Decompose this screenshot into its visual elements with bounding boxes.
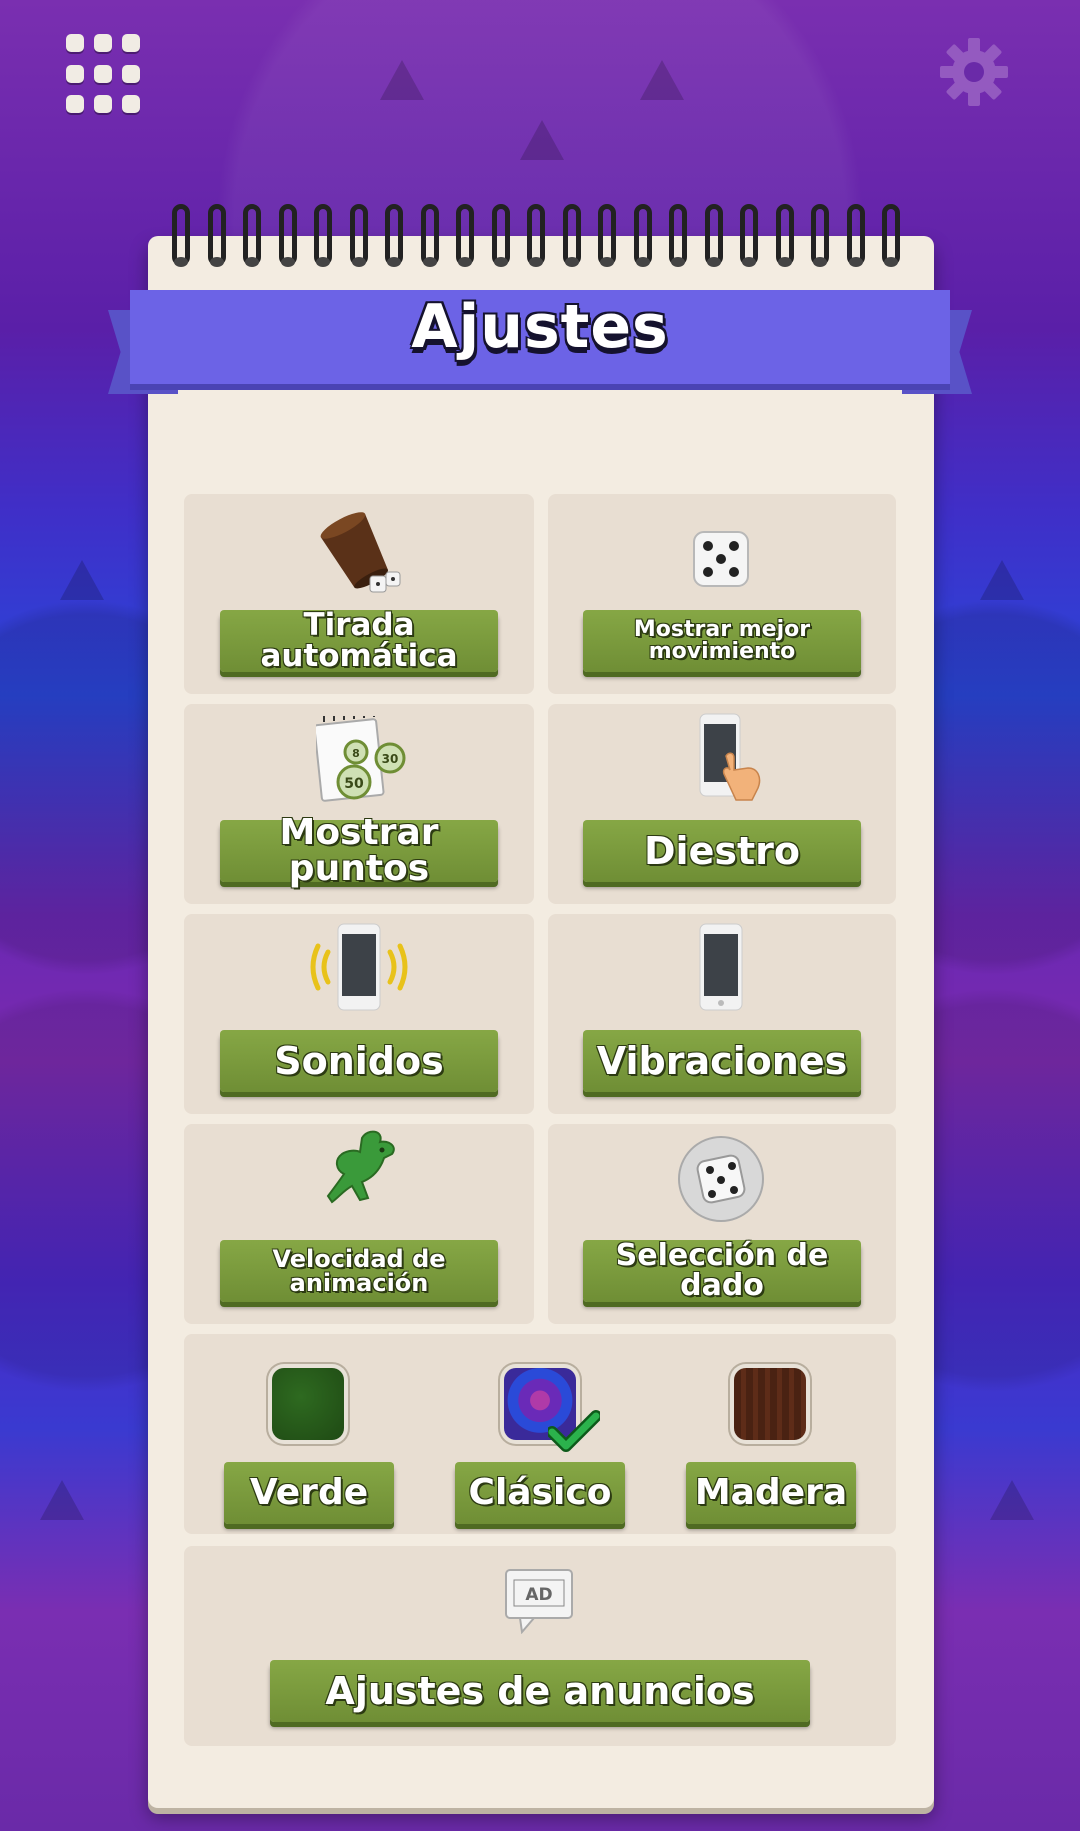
anim-speed-button[interactable]: Velocidad de animación xyxy=(220,1240,498,1302)
phone-sound-icon xyxy=(306,922,416,1016)
svg-text:50: 50 xyxy=(344,776,364,792)
background-pattern xyxy=(520,120,564,160)
spiral-ring xyxy=(278,204,297,267)
svg-text:30: 30 xyxy=(382,752,399,766)
ad-icon: AD xyxy=(504,1568,576,1638)
title-banner: Ajustes xyxy=(108,286,972,398)
spiral-ring xyxy=(172,204,190,267)
show-points-button[interactable]: Mostrar puntos xyxy=(220,815,498,887)
background-pattern xyxy=(640,60,684,100)
dice-cup-icon xyxy=(312,512,412,604)
spiral-ring xyxy=(669,204,687,267)
grid-menu-icon[interactable] xyxy=(66,34,146,118)
spiral-ring xyxy=(740,204,758,267)
best-move-button[interactable]: Mostrar mejor movimiento xyxy=(583,610,861,672)
background-pattern xyxy=(990,1480,1034,1520)
vibration-button[interactable]: Vibraciones xyxy=(583,1030,861,1092)
die-icon xyxy=(690,528,754,596)
svg-text:AD: AD xyxy=(525,1585,552,1605)
spiral-ring xyxy=(349,204,368,267)
page-title: Ajustes xyxy=(411,292,669,362)
gear-icon[interactable] xyxy=(936,34,1012,110)
spiral-ring xyxy=(207,204,226,267)
spiral-ring xyxy=(598,204,616,267)
spiral-ring xyxy=(811,204,829,267)
background-pattern xyxy=(980,560,1024,600)
spiral-ring xyxy=(420,204,439,267)
spiral-ring xyxy=(491,204,510,267)
die-ball-icon xyxy=(676,1134,766,1228)
sounds-button[interactable]: Sonidos xyxy=(220,1030,498,1092)
theme-clasico-button[interactable]: Clásico xyxy=(455,1462,625,1524)
theme-verde-button[interactable]: Verde xyxy=(224,1462,394,1524)
checkmark-icon xyxy=(546,1410,602,1458)
spiral-ring xyxy=(775,204,794,267)
notebook-spiral xyxy=(172,204,912,274)
theme-swatch-verde[interactable] xyxy=(272,1368,344,1440)
spiral-ring xyxy=(704,204,723,267)
phone-icon xyxy=(698,922,744,1016)
spiral-ring xyxy=(456,204,474,267)
spiral-ring xyxy=(527,204,545,267)
background-pattern xyxy=(380,60,424,100)
scorecard-icon: 8 30 50 xyxy=(313,716,410,810)
background-pattern xyxy=(40,1480,84,1520)
spiral-ring xyxy=(846,204,865,267)
spiral-ring xyxy=(314,204,332,267)
theme-swatch-madera[interactable] xyxy=(734,1368,806,1440)
svg-text:8: 8 xyxy=(352,747,360,760)
dice-select-button[interactable]: Selección de dado xyxy=(583,1240,861,1302)
spiral-ring xyxy=(633,204,652,267)
phone-hand-icon xyxy=(696,712,768,808)
spiral-ring xyxy=(562,204,581,267)
spiral-ring xyxy=(385,204,403,267)
auto-roll-button[interactable]: Tirada automática xyxy=(220,610,498,672)
ads-settings-button[interactable]: Ajustes de anuncios xyxy=(270,1660,810,1722)
handedness-button[interactable]: Diestro xyxy=(583,820,861,882)
spiral-ring xyxy=(243,204,261,267)
spiral-ring xyxy=(882,204,900,267)
rabbit-icon xyxy=(322,1128,408,1222)
background-pattern xyxy=(60,560,104,600)
theme-madera-button[interactable]: Madera xyxy=(686,1462,856,1524)
